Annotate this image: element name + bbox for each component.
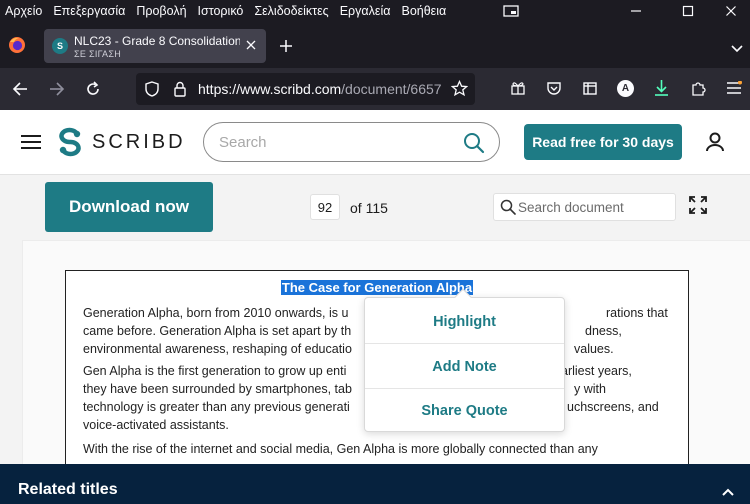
extensions-puzzle-icon[interactable] (690, 80, 707, 102)
tab-title: NLC23 - Grade 8 Consolidation (74, 34, 240, 48)
account-avatar[interactable]: A (617, 80, 634, 97)
tab-strip: S NLC23 - Grade 8 Consolidation ΣΕ ΣΙΓΑΣ… (0, 22, 750, 68)
download-now-button[interactable]: Download now (45, 182, 213, 232)
highlight-option[interactable]: Highlight (365, 299, 564, 344)
extension-gift-icon[interactable] (510, 80, 526, 101)
site-search (203, 122, 500, 162)
download-icon[interactable] (653, 79, 670, 102)
tab-scribd[interactable]: S NLC23 - Grade 8 Consolidation ΣΕ ΣΙΓΑΣ… (44, 29, 266, 63)
lock-icon[interactable] (173, 81, 187, 100)
fullscreen-icon[interactable] (689, 196, 707, 219)
url-text[interactable]: https://www.scribd.com/document/6657 (198, 81, 446, 97)
library-icon[interactable] (582, 80, 598, 101)
user-account-icon[interactable] (703, 130, 727, 159)
search-document-icon (500, 199, 516, 220)
doc-line: rations that (606, 306, 668, 320)
menu-bookmarks[interactable]: Σελιδοδείκτες (249, 4, 334, 18)
document-heading[interactable]: The Case for Generation Alpha (66, 280, 688, 295)
chevron-up-icon[interactable] (721, 484, 735, 502)
related-titles-label: Related titles (18, 481, 118, 498)
pip-icon[interactable] (488, 0, 534, 22)
doc-line: dness, (585, 324, 622, 338)
scribd-logo-icon[interactable] (58, 127, 82, 162)
new-tab-icon[interactable] (279, 39, 293, 58)
doc-line: technology is greater than any previous … (83, 400, 350, 414)
scribd-favicon-icon: S (52, 38, 68, 54)
brand-wordmark[interactable]: SCRIBD (92, 131, 186, 154)
document-toolbar: Download now 92 of 115 (0, 175, 750, 240)
paragraph-3: With the rise of the internet and social… (83, 440, 673, 458)
maximize-button[interactable] (665, 0, 711, 22)
doc-line: environmental awareness, reshaping of ed… (83, 342, 352, 356)
list-tabs-chevron-icon[interactable] (730, 41, 744, 59)
menu-view[interactable]: Προβολή (131, 4, 192, 18)
document-search (493, 193, 676, 221)
menu-history[interactable]: Ιστορικό (193, 4, 250, 18)
doc-line: uchscreens, and (567, 400, 659, 414)
reload-icon[interactable] (85, 81, 101, 102)
doc-line: arliest years, (561, 364, 632, 378)
site-header: SCRIBD Read free for 30 days (0, 110, 750, 175)
doc-line: came before. Generation Alpha is set apa… (83, 324, 352, 338)
hamburger-menu-icon[interactable] (20, 134, 42, 155)
menu-file[interactable]: Αρχείο (0, 4, 48, 18)
search-icon[interactable] (463, 132, 485, 159)
doc-line: y with (574, 382, 606, 396)
page-total-label: of 115 (350, 200, 388, 216)
page-number-input[interactable]: 92 (310, 194, 340, 220)
nav-bar: https://www.scribd.com/document/6657 A (0, 68, 750, 110)
site-search-input[interactable] (219, 132, 449, 152)
menu-edit[interactable]: Επεξεργασία (48, 4, 131, 18)
doc-line: With the rise of the internet and social… (83, 442, 598, 456)
related-titles-bar[interactable]: Related titles (0, 464, 750, 504)
add-note-option[interactable]: Add Note (365, 344, 564, 389)
close-tab-icon[interactable] (244, 38, 258, 52)
doc-line: values. (574, 342, 614, 356)
url-bar[interactable]: https://www.scribd.com/document/6657 (136, 73, 475, 105)
doc-line: Gen Alpha is the first generation to gro… (83, 364, 347, 378)
selection-popup: Highlight Add Note Share Quote (364, 288, 565, 433)
app-menu-icon[interactable] (726, 80, 742, 100)
back-arrow-icon[interactable] (12, 81, 28, 102)
shield-icon[interactable] (144, 81, 160, 100)
bookmark-star-icon[interactable] (450, 79, 469, 100)
doc-line: they have been surrounded by smartphones… (83, 382, 352, 396)
forward-arrow-icon[interactable] (49, 81, 65, 102)
doc-line: voice-activated assistants. (83, 418, 229, 432)
share-quote-option[interactable]: Share Quote (365, 388, 564, 433)
doc-line: Generation Alpha, born from 2010 onwards… (83, 306, 349, 320)
read-free-button[interactable]: Read free for 30 days (524, 124, 682, 160)
close-window-button[interactable] (708, 0, 750, 22)
pocket-icon[interactable] (546, 80, 562, 101)
tab-muted-label: ΣΕ ΣΙΓΑΣΗ (74, 49, 122, 59)
menu-bar: Αρχείο Επεξεργασία Προβολή Ιστορικό Σελι… (0, 0, 750, 22)
menu-help[interactable]: Βοήθεια (396, 4, 452, 18)
document-search-input[interactable] (518, 199, 668, 216)
firefox-icon[interactable] (8, 36, 26, 59)
minimize-button[interactable] (613, 0, 659, 22)
menu-tools[interactable]: Εργαλεία (335, 4, 397, 18)
selected-text[interactable]: The Case for Generation Alpha (280, 280, 474, 295)
